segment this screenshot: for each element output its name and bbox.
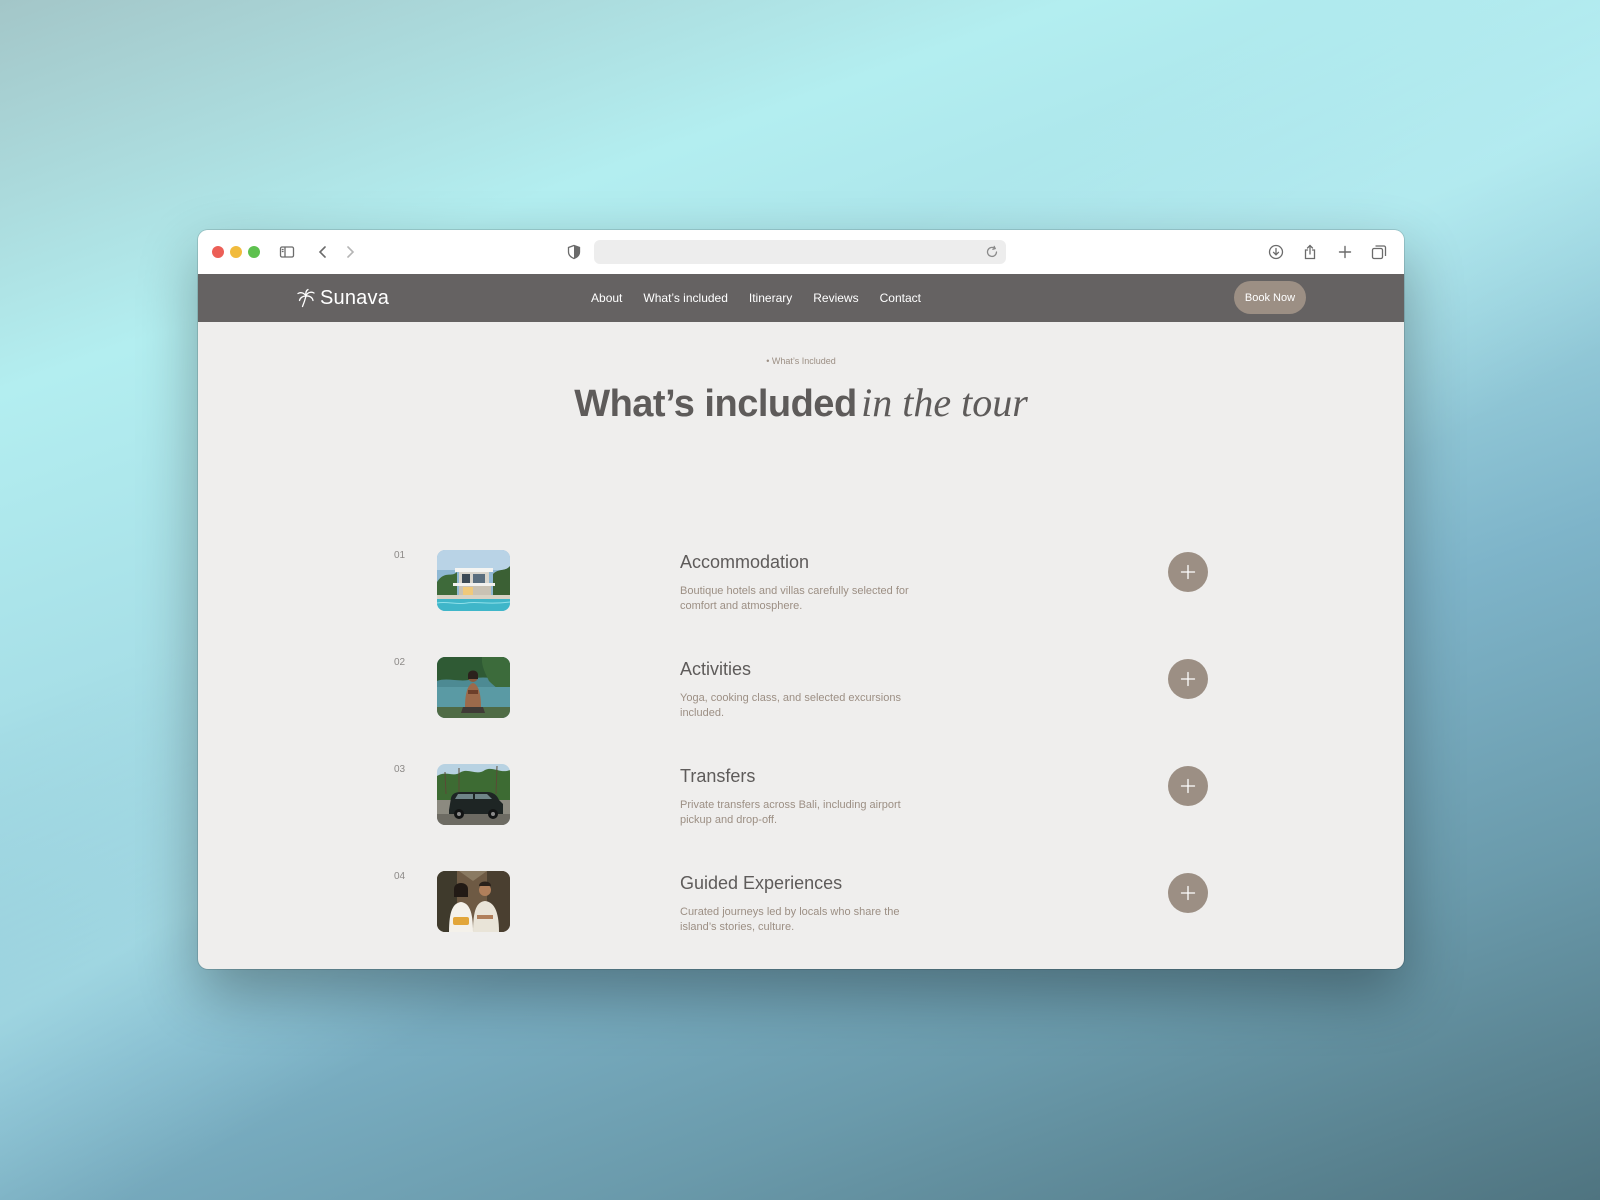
plus-icon (1180, 885, 1196, 901)
included-item-activities: 02 Activities Yoga, cooking class, and s… (198, 657, 1404, 764)
browser-toolbar (198, 230, 1404, 275)
brand-logo[interactable]: Sunava (296, 284, 389, 312)
item-number: 02 (394, 657, 406, 668)
accommodation-photo (437, 550, 510, 611)
included-item-accommodation: 01 Accommodation Boutique hotels and vil… (198, 550, 1404, 657)
address-bar[interactable] (594, 240, 1006, 264)
back-icon[interactable] (311, 240, 335, 264)
section-eyebrow: • What’s Included (766, 356, 836, 366)
new-tab-icon[interactable] (1333, 240, 1357, 264)
brand-name: Sunava (320, 286, 390, 309)
item-title: Accommodation (680, 552, 810, 572)
palm-tree-icon (297, 288, 315, 308)
expand-guided-experiences-button[interactable] (1168, 873, 1208, 913)
activities-photo (437, 657, 510, 718)
item-number: 04 (394, 871, 406, 882)
plus-icon (1180, 671, 1196, 687)
minimize-window-button[interactable] (230, 246, 242, 258)
item-title: Transfers (680, 766, 756, 786)
expand-activities-button[interactable] (1168, 659, 1208, 699)
transfers-photo (437, 764, 510, 825)
book-now-button[interactable]: Book Now (1234, 281, 1306, 314)
item-number: 03 (394, 764, 406, 775)
included-item-guided-experiences: 04 Guided Experiences Curated journeys l… (198, 871, 1404, 969)
browser-window: Sunava About What’s included Itinerary R… (198, 230, 1404, 969)
plus-icon (1180, 778, 1196, 794)
item-title: Guided Experiences (680, 873, 843, 893)
nav-link-contact[interactable]: Contact (880, 291, 921, 305)
nav-link-itinerary[interactable]: Itinerary (749, 291, 792, 305)
share-icon[interactable] (1298, 240, 1322, 264)
item-title: Activities (680, 659, 752, 679)
forward-icon[interactable] (338, 240, 362, 264)
sidebar-toggle-icon[interactable] (275, 240, 299, 264)
privacy-shield-icon[interactable] (562, 240, 586, 264)
whats-included-section: • What’s Included What’s included in the… (198, 322, 1404, 969)
tab-overview-icon[interactable] (1367, 240, 1391, 264)
expand-accommodation-button[interactable] (1168, 552, 1208, 592)
nav-link-about[interactable]: About (591, 291, 622, 305)
item-description: Curated journeys led by locals who share… (680, 906, 900, 933)
included-item-transfers: 03 Transfers Private transfers across Ba… (198, 764, 1404, 871)
nav-link-reviews[interactable]: Reviews (813, 291, 858, 305)
guided-experiences-photo (437, 871, 510, 932)
item-description: Boutique hotels and villas carefully sel… (680, 585, 909, 612)
section-heading: What’s included in the tour (571, 380, 1031, 435)
item-description: Yoga, cooking class, and selected excurs… (680, 692, 901, 719)
close-window-button[interactable] (212, 246, 224, 258)
site-navigation: Sunava About What’s included Itinerary R… (198, 274, 1404, 322)
expand-transfers-button[interactable] (1168, 766, 1208, 806)
nav-link-whats-included[interactable]: What’s included (643, 291, 728, 305)
plus-icon (1180, 564, 1196, 580)
heading-plain-text: What’s included (574, 383, 857, 425)
downloads-icon[interactable] (1264, 240, 1288, 264)
item-number: 01 (394, 550, 406, 561)
zoom-window-button[interactable] (248, 246, 260, 258)
item-description: Private transfers across Bali, including… (680, 799, 901, 826)
reload-icon[interactable] (984, 244, 1000, 260)
heading-italic-text: in the tour (861, 380, 1028, 425)
